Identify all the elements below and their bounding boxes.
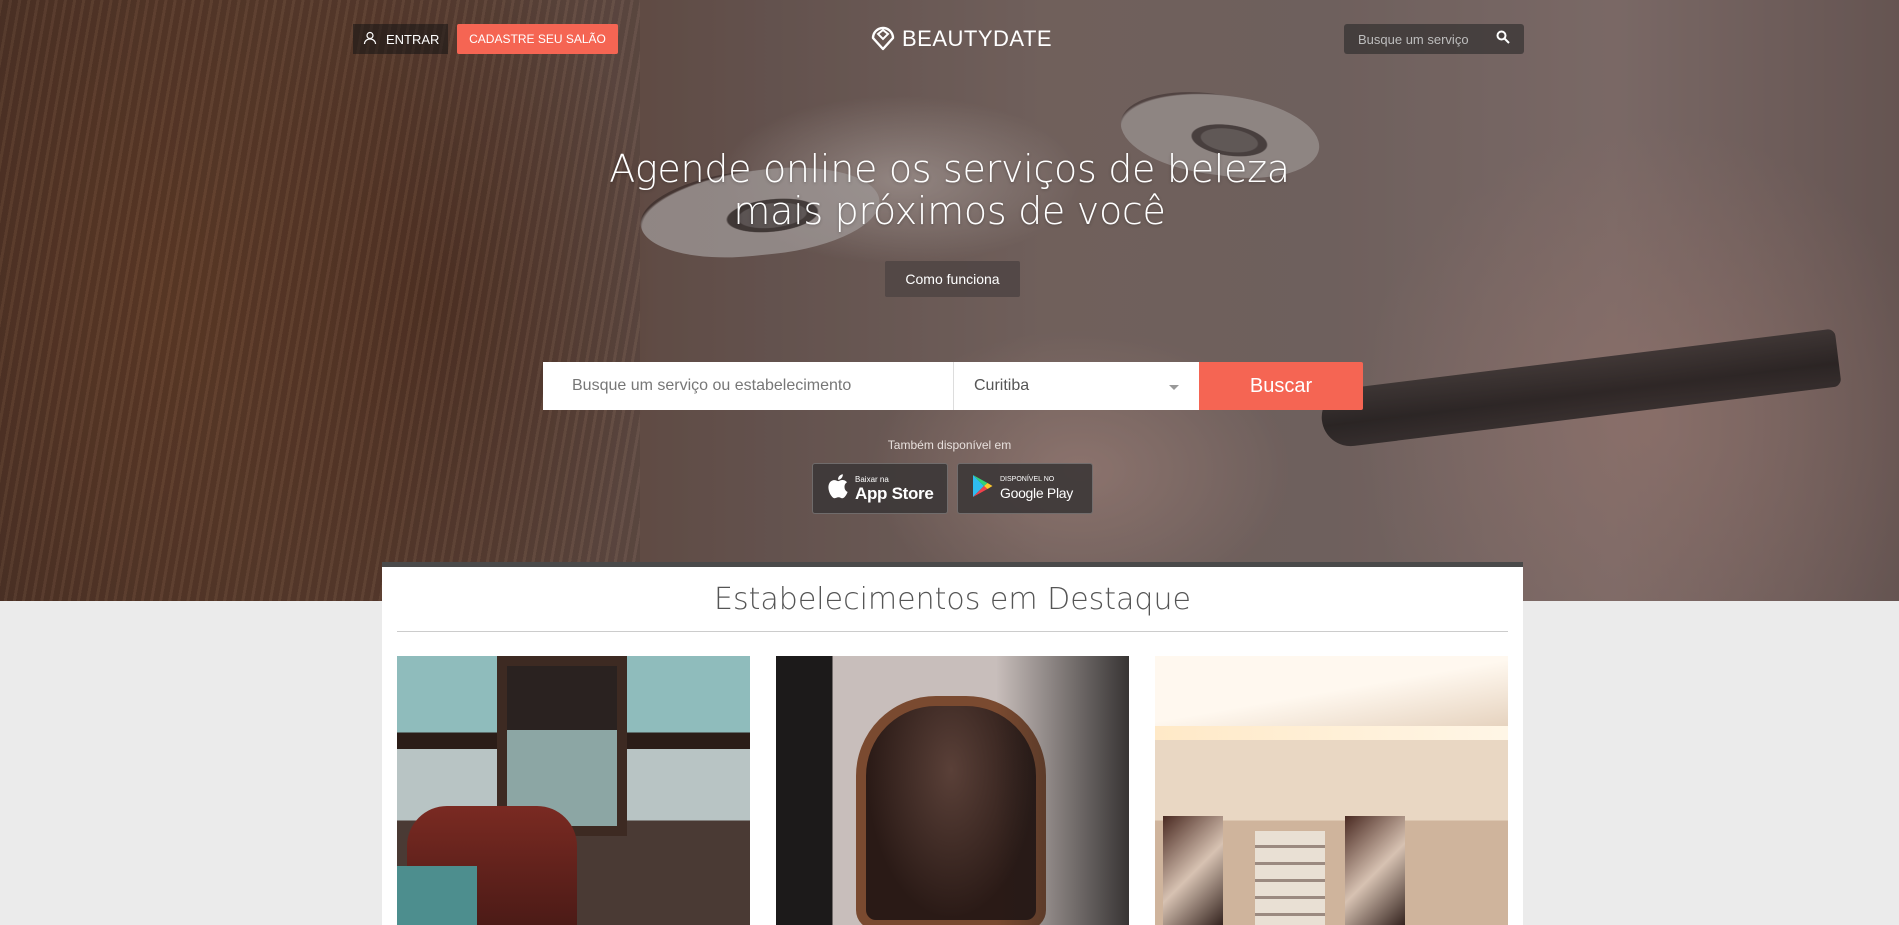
app-store-text: Baixar na App Store: [855, 475, 934, 503]
featured-section: Estabelecimentos em Destaque: [382, 562, 1523, 925]
app-store-button[interactable]: Baixar na App Store: [812, 463, 948, 514]
city-select-value: Curitiba: [974, 377, 1030, 394]
hero-headline: Agende online os serviços de beleza mais…: [0, 148, 1899, 232]
available-text: Também disponível em: [887, 438, 1012, 452]
search-submit-label: Buscar: [1249, 374, 1313, 397]
card-image-artwork: [1163, 816, 1223, 925]
how-it-works-label: Como funciona: [905, 271, 1000, 287]
logo-pin-icon: [870, 21, 896, 57]
register-salon-button[interactable]: CADASTRE SEU SALÃO: [457, 24, 618, 54]
featured-card-barbershop[interactable]: [397, 656, 750, 925]
google-play-big: Google Play: [1000, 484, 1073, 501]
card-image-shelf: [1255, 831, 1325, 925]
header-search-input[interactable]: [1358, 31, 1483, 47]
card-image-light-strip: [1155, 726, 1508, 740]
hero-overlay: [0, 0, 1899, 601]
logo[interactable]: BEAUTYDATE: [870, 24, 1052, 54]
hero-banner: ENTRAR CADASTRE SEU SALÃO BEAUTYDATE Age…: [0, 0, 1899, 601]
apple-icon: [827, 473, 849, 504]
city-select[interactable]: Curitiba: [954, 362, 1199, 410]
main-search-bar: Curitiba Buscar: [543, 362, 1363, 410]
hero-headline-line2: mais próximos de você: [733, 189, 1166, 233]
logo-text: BEAUTYDATE: [902, 26, 1053, 51]
featured-card-salon-interior[interactable]: [1155, 656, 1508, 925]
user-icon: [363, 31, 377, 48]
how-it-works-button[interactable]: Como funciona: [885, 261, 1020, 297]
card-image-shadow: [996, 656, 1129, 925]
search-submit-button[interactable]: Buscar: [1199, 362, 1363, 410]
service-search-input[interactable]: [543, 362, 954, 410]
google-play-icon: [972, 474, 994, 503]
featured-card-salon-chair[interactable]: [776, 656, 1129, 925]
card-image-artwork: [1345, 816, 1405, 925]
login-label: ENTRAR: [386, 31, 440, 47]
hero-headline-line1: Agende online os serviços de beleza: [609, 147, 1290, 191]
app-store-big: App Store: [855, 483, 934, 503]
featured-title: Estabelecimentos em Destaque: [397, 567, 1508, 632]
chevron-down-icon: [1169, 385, 1179, 390]
register-label: CADASTRE SEU SALÃO: [469, 32, 606, 46]
google-play-button[interactable]: DISPONÍVEL NO Google Play: [957, 463, 1093, 514]
app-store-small: Baixar na: [855, 474, 889, 484]
card-image-chair-teal: [397, 866, 477, 925]
login-button[interactable]: ENTRAR: [353, 24, 448, 54]
card-image-ceiling: [1155, 656, 1508, 726]
header-search[interactable]: [1344, 24, 1524, 54]
google-play-small: DISPONÍVEL NO: [1000, 475, 1055, 483]
google-play-text: DISPONÍVEL NO Google Play: [1000, 475, 1073, 503]
search-icon[interactable]: [1496, 30, 1510, 49]
